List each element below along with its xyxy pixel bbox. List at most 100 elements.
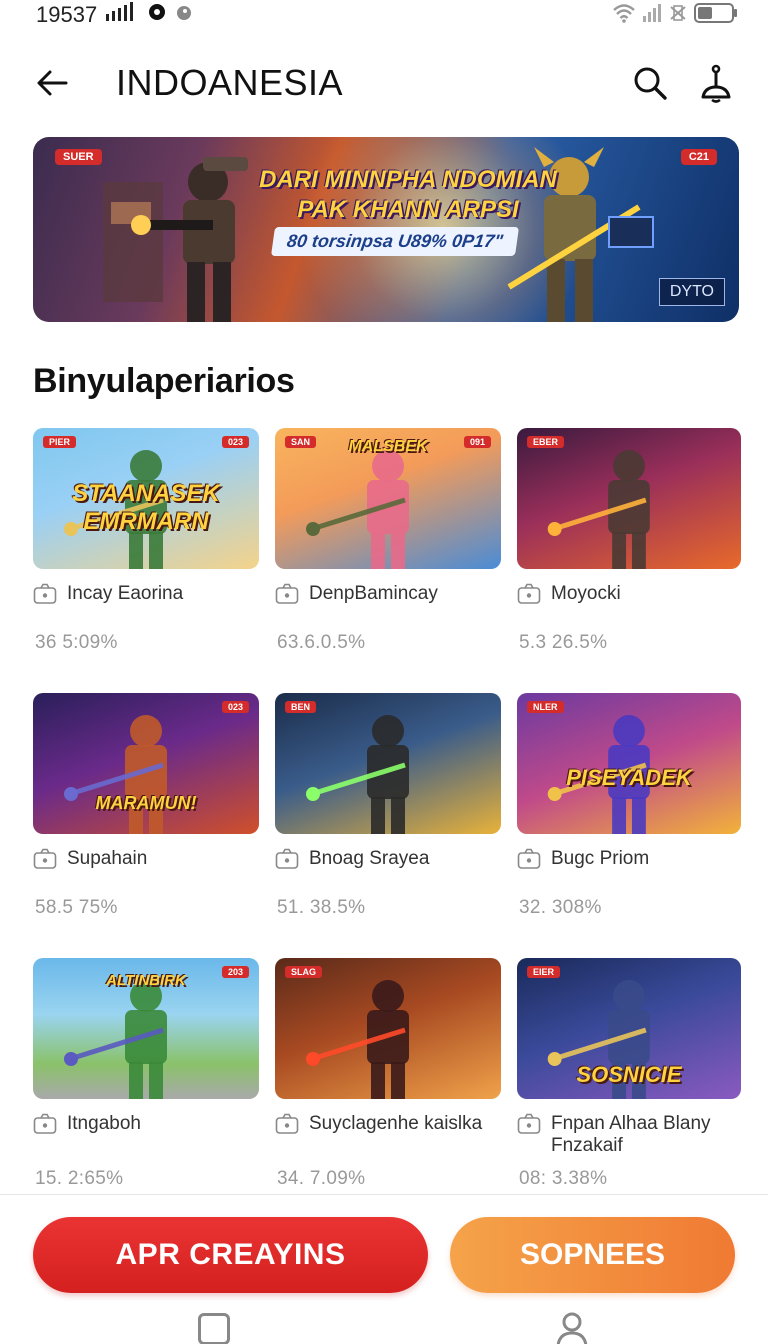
system-nav-bar xyxy=(0,1305,768,1344)
primary-action-button[interactable]: APR CREAYINS xyxy=(33,1217,428,1293)
thumbnail-badge-left: EIER xyxy=(527,966,561,978)
game-name-row: Moyocki xyxy=(517,583,741,605)
status-circle-icon xyxy=(175,2,193,28)
game-controller-icon xyxy=(517,1113,541,1134)
thumbnail-art-title: MALSBEK xyxy=(348,438,428,455)
game-thumbnail[interactable]: SAN 091 MALSBEK xyxy=(275,428,501,569)
back-button[interactable] xyxy=(28,59,76,107)
search-icon xyxy=(634,67,667,100)
game-name-row: Suyclagenhe kaislka xyxy=(275,1113,501,1135)
game-card[interactable]: SAN 091 MALSBEK DenpBamincay 63.6.0.5% xyxy=(275,428,501,693)
game-stat: 63.6.0.5% xyxy=(277,632,366,653)
game-name: Suyclagenhe kaislka xyxy=(309,1113,483,1134)
section-title: Binyulaperiarios xyxy=(33,362,295,400)
game-card[interactable]: SLAG Suyclagenhe kaislka 34. 7.09% xyxy=(275,958,501,1224)
game-controller-icon xyxy=(517,583,541,604)
status-time: 19537 xyxy=(36,2,98,27)
game-name: Itngaboh xyxy=(67,1113,141,1134)
notification-dot-icon xyxy=(147,2,167,28)
game-card[interactable]: BEN Bnoag Srayea 51. 38.5% xyxy=(275,693,501,958)
thumbnail-badge-left: PIER xyxy=(43,436,77,448)
game-name-row: Incay Eaorina xyxy=(33,583,259,605)
game-name: Fnpan Alhaa Blany Fnzakaif xyxy=(551,1113,711,1156)
hero-logo: DYTO xyxy=(658,278,725,306)
game-name: Supahain xyxy=(67,848,148,869)
game-stat: 51. 38.5% xyxy=(277,897,366,918)
game-name: Bnoag Srayea xyxy=(309,848,430,869)
hero-banner[interactable]: SUER C21 DARI MINNPHA NDOMIAN PAK KHANN … xyxy=(33,137,739,322)
hero-badge-left: SUER xyxy=(55,149,102,165)
game-card[interactable]: 203 ALTINBIRK Itngaboh 15. 2:65% xyxy=(33,958,259,1224)
game-card[interactable]: 023 MARAMUN! Supahain 58.5 75% xyxy=(33,693,259,958)
profile-icon[interactable] xyxy=(555,1311,589,1344)
game-card[interactable]: PIER 023 STAANASEK EMRMARN Incay Eaorina 36… xyxy=(33,428,259,693)
status-left: 19537 xyxy=(36,2,193,28)
thumbnail-art-title: PISEYADEK xyxy=(566,765,692,790)
game-stat: 15. 2:65% xyxy=(35,1168,124,1189)
search-button[interactable] xyxy=(626,59,674,107)
wifi-icon xyxy=(612,3,636,28)
game-card[interactable]: NLER PISEYADEK Bugc Priom 32. 308% xyxy=(517,693,741,958)
game-thumbnail[interactable]: 203 ALTINBIRK xyxy=(33,958,259,1099)
notification-icon xyxy=(701,64,731,103)
battery-icon xyxy=(694,2,738,29)
game-controller-icon xyxy=(275,583,299,604)
game-thumbnail[interactable]: EIER SOSNICIE xyxy=(517,958,741,1099)
game-name: Incay Eaorina xyxy=(67,583,184,604)
vibrate-icon xyxy=(668,3,688,28)
game-stat: 5.3 26.5% xyxy=(519,632,608,653)
game-thumbnail[interactable]: SLAG xyxy=(275,958,501,1099)
hero-soldier-left-illustration xyxy=(103,157,248,322)
game-controller-icon xyxy=(33,1113,57,1134)
thumbnail-badge-left: SLAG xyxy=(285,966,323,978)
game-controller-icon xyxy=(33,848,57,869)
hero-subtext: 80 torsinpsa U89% 0P17" xyxy=(270,227,519,256)
game-name-row: Bugc Priom xyxy=(517,848,741,870)
game-name: Bugc Priom xyxy=(551,848,650,869)
app-bar: INDOANESIA xyxy=(0,48,768,118)
thumbnail-badge-right: 023 xyxy=(221,436,249,448)
game-stat: 34. 7.09% xyxy=(277,1168,366,1189)
game-controller-icon xyxy=(275,848,299,869)
game-name-row: Itngaboh xyxy=(33,1113,259,1135)
bottom-divider xyxy=(0,1194,768,1195)
thumbnail-badge-left: NLER xyxy=(527,701,564,713)
game-thumbnail[interactable]: NLER PISEYADEK xyxy=(517,693,741,834)
page-title: INDOANESIA xyxy=(116,62,344,103)
game-card[interactable]: EBER Moyocki 5.3 26.5% xyxy=(517,428,741,693)
hero-headline-line1: DARI MINNPHA NDOMIAN xyxy=(259,166,557,193)
home-square-icon[interactable] xyxy=(198,1313,230,1344)
notification-button[interactable] xyxy=(692,59,740,107)
thumbnail-art-title: MARAMUN! xyxy=(95,793,197,813)
game-name: Moyocki xyxy=(551,583,621,604)
hero-headline: DARI MINNPHA NDOMIAN PAK KHANN ARPSI xyxy=(258,165,558,225)
thumbnail-badge-left: EBER xyxy=(527,436,565,448)
thumbnail-badge-right: 023 xyxy=(221,701,249,713)
secondary-action-button[interactable]: SOPNEES xyxy=(450,1217,735,1293)
game-grid: PIER 023 STAANASEK EMRMARN Incay Eaorina 36… xyxy=(33,428,741,1224)
game-thumbnail[interactable]: PIER 023 STAANASEK EMRMARN xyxy=(33,428,259,569)
hero-headline-line2: PAK KHANN ARPSI xyxy=(297,196,519,223)
game-controller-icon xyxy=(517,848,541,869)
game-card[interactable]: EIER SOSNICIE Fnpan Alhaa Blany Fnzakaif 0… xyxy=(517,958,741,1224)
game-stat: 58.5 75% xyxy=(35,897,118,918)
thumbnail-art-title: ALTINBIRK xyxy=(106,972,186,989)
thumbnail-art-title: STAANASEK EMRMARN xyxy=(72,480,220,535)
thumbnail-art-title: SOSNICIE xyxy=(576,1062,682,1087)
game-stat: 08: 3.38% xyxy=(519,1168,608,1189)
back-arrow-icon xyxy=(37,70,68,96)
game-stat: 36 5:09% xyxy=(35,632,118,653)
game-controller-icon xyxy=(33,583,57,604)
game-name-row: Bnoag Srayea xyxy=(275,848,501,870)
game-thumbnail[interactable]: EBER xyxy=(517,428,741,569)
game-thumbnail[interactable]: 023 MARAMUN! xyxy=(33,693,259,834)
hero-badge-right: C21 xyxy=(680,149,717,165)
game-name: DenpBamincay xyxy=(309,583,438,604)
thumbnail-badge-left: BEN xyxy=(285,701,317,713)
game-name-row: Fnpan Alhaa Blany Fnzakaif xyxy=(517,1113,741,1157)
game-name-row: DenpBamincay xyxy=(275,583,501,605)
game-stat: 32. 308% xyxy=(519,897,602,918)
game-name-row: Supahain xyxy=(33,848,259,870)
game-thumbnail[interactable]: BEN xyxy=(275,693,501,834)
signal-bars-icon xyxy=(105,2,139,28)
